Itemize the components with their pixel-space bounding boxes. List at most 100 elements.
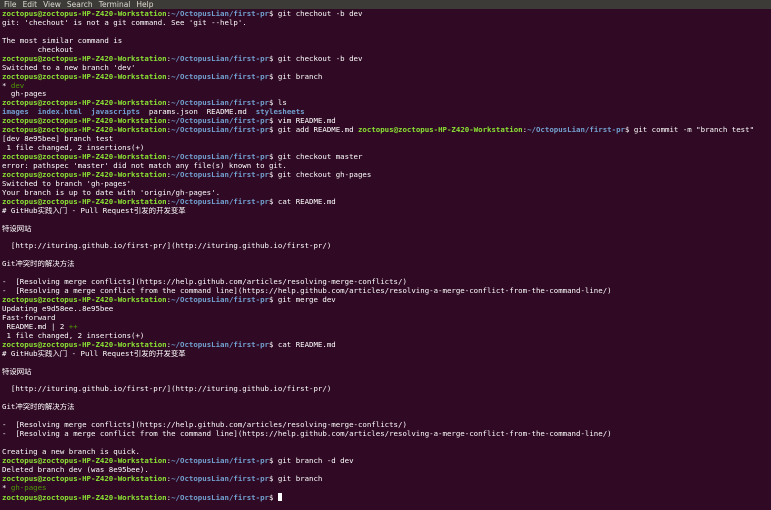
prompt-user: zoctopus@zoctopus-HP-Z420-Workstation <box>2 474 167 483</box>
terminal-line: 1 file changed, 2 insertions(+) <box>2 332 771 341</box>
terminal-line: zoctopus@zoctopus-HP-Z420-Workstation:~/… <box>2 171 771 180</box>
output-text: checkout <box>2 45 74 54</box>
command-text: git branch -d dev <box>277 456 354 465</box>
prompt-user: zoctopus@zoctopus-HP-Z420-Workstation <box>2 72 167 81</box>
prompt-symbol: $ <box>624 126 634 135</box>
ls-entry: index.html <box>37 108 83 117</box>
terminal-line: zoctopus@zoctopus-HP-Z420-Workstation:~/… <box>2 153 771 162</box>
ls-entry: stylesheets <box>255 108 305 117</box>
output-text: The most similar command is <box>2 36 123 45</box>
terminal-line: Creating a new branch is quick. <box>2 448 771 457</box>
terminal-line: git: 'chechout' is not a git command. Se… <box>2 19 771 28</box>
prompt-path: ~/OctopusLian/first-pr <box>171 54 269 63</box>
command-text: cat README.md <box>277 340 336 349</box>
terminal-line: Deleted branch dev (was 8e95bee). <box>2 466 771 475</box>
prompt-path: ~/OctopusLian/first-pr <box>171 456 269 465</box>
command-text: git commit -m "branch test" <box>633 126 755 135</box>
terminal-line: gh-pages <box>2 90 771 99</box>
menu-terminal[interactable]: Terminal <box>99 0 131 9</box>
prompt-path: ~/OctopusLian/first-pr <box>171 126 269 135</box>
output-text: [dev 8e95bee] branch test <box>2 135 114 144</box>
terminal-line: - [Resolving a merge conflict from the c… <box>2 430 771 439</box>
output-text: - [Resolving merge conflicts](https://he… <box>2 278 407 287</box>
prompt-symbol: $ <box>268 492 278 502</box>
terminal-line: 特设网站 <box>2 225 771 234</box>
prompt-symbol: $ <box>268 170 278 179</box>
prompt-path: ~/OctopusLian/first-pr <box>171 170 269 179</box>
prompt-symbol: $ <box>268 474 278 483</box>
output-text: # GitHub实践入门 - Pull Request引发的开发变革 <box>2 349 186 358</box>
output-text: git: 'chechout' is not a git command. Se… <box>2 18 247 27</box>
terminal-line: * gh-pages <box>2 484 771 493</box>
output-text: - [Resolving a merge conflict from the c… <box>2 287 612 296</box>
terminal-line: zoctopus@zoctopus-HP-Z420-Workstation:~/… <box>2 99 771 108</box>
terminal-line: [dev 8e95bee] branch test <box>2 135 771 144</box>
prompt-symbol: $ <box>268 72 278 81</box>
terminal-line: zoctopus@zoctopus-HP-Z420-Workstation:~/… <box>2 55 771 64</box>
output-text: [http://ituring.github.io/first-pr/](htt… <box>2 385 332 394</box>
terminal-line: zoctopus@zoctopus-HP-Z420-Workstation:~/… <box>2 475 771 484</box>
output-text: 特设网站 <box>2 224 32 233</box>
output-text: Deleted branch dev (was 8e95bee). <box>2 465 149 474</box>
menu-bar: File Edit View Search Terminal Help <box>0 0 771 9</box>
terminal-line: zoctopus@zoctopus-HP-Z420-Workstation:~/… <box>2 10 771 19</box>
prompt-user: zoctopus@zoctopus-HP-Z420-Workstation <box>2 340 167 349</box>
terminal-line: Git冲突时的解决方法 <box>2 403 771 412</box>
branch-marker: * <box>2 81 11 90</box>
terminal-line: Updating e9d58ee..8e95bee <box>2 305 771 314</box>
prompt-user: zoctopus@zoctopus-HP-Z420-Workstation <box>2 296 167 304</box>
command-text: git checkout -b dev <box>277 54 363 63</box>
text-cursor <box>277 492 282 501</box>
menu-edit[interactable]: Edit <box>23 0 38 9</box>
terminal-line: zoctopus@zoctopus-HP-Z420-Workstation:~/… <box>2 492 771 502</box>
ls-entry: javascripts <box>91 108 140 117</box>
prompt-user: zoctopus@zoctopus-HP-Z420-Workstation <box>2 197 167 206</box>
output-text: Updating e9d58ee..8e95bee <box>2 304 114 313</box>
terminal-line: Switched to a new branch 'dev' <box>2 64 771 73</box>
terminal-line: zoctopus@zoctopus-HP-Z420-Workstation:~/… <box>2 296 771 305</box>
menu-view[interactable]: View <box>43 0 61 9</box>
command-text: git merge dev <box>277 296 336 304</box>
ls-entry: README.md <box>206 108 247 117</box>
terminal-line: zoctopus@zoctopus-HP-Z420-Workstation:~/… <box>2 341 771 350</box>
command-text: git checkout gh-pages <box>277 170 372 179</box>
prompt-symbol: $ <box>268 296 278 304</box>
command-text: ls <box>277 99 287 108</box>
diffstat-plus: ++ <box>68 322 78 331</box>
prompt-path: ~/OctopusLian/first-pr <box>527 126 625 135</box>
terminal-line: Fast-forward <box>2 314 771 323</box>
output-text: [http://ituring.github.io/first-pr/](htt… <box>2 242 332 251</box>
command-text: git branch <box>277 72 323 81</box>
output-text: Git冲突时的解决方法 <box>2 403 75 412</box>
prompt-symbol: $ <box>268 126 278 135</box>
prompt-symbol: $ <box>268 153 278 161</box>
menu-search[interactable]: Search <box>67 0 93 9</box>
terminal-line: zoctopus@zoctopus-HP-Z420-Workstation:~/… <box>2 198 771 207</box>
prompt-path: ~/OctopusLian/first-pr <box>171 10 269 18</box>
terminal-line: checkout <box>2 46 771 55</box>
command-text: git checkout master <box>277 153 363 161</box>
current-branch: gh-pages <box>10 483 47 492</box>
prompt-symbol: $ <box>268 340 278 349</box>
output-text: 特设网站 <box>2 367 32 376</box>
terminal-line: - [Resolving merge conflicts](https://he… <box>2 278 771 287</box>
output-text: Creating a new branch is quick. <box>2 447 140 456</box>
command-text: vim README.md <box>277 117 336 126</box>
prompt-symbol: $ <box>268 117 278 126</box>
command-text: cat README.md <box>277 197 336 206</box>
menu-help[interactable]: Help <box>136 0 153 9</box>
output-text: # GitHub实践入门 - Pull Request引发的开发变革 <box>2 206 186 215</box>
terminal-line: Your branch is up to date with 'origin/g… <box>2 189 771 198</box>
prompt-symbol: $ <box>268 197 278 206</box>
terminal-line: zoctopus@zoctopus-HP-Z420-Workstation:~/… <box>2 117 771 126</box>
prompt-symbol: $ <box>268 456 278 465</box>
terminal-line: error: pathspec 'master' did not match a… <box>2 162 771 171</box>
prompt-path: ~/OctopusLian/first-pr <box>171 153 269 161</box>
terminal-output[interactable]: zoctopus@zoctopus-HP-Z420-Workstation:~/… <box>2 10 771 502</box>
terminal-line: images index.html javascripts params.jso… <box>2 108 771 117</box>
menu-file[interactable]: File <box>4 0 17 9</box>
